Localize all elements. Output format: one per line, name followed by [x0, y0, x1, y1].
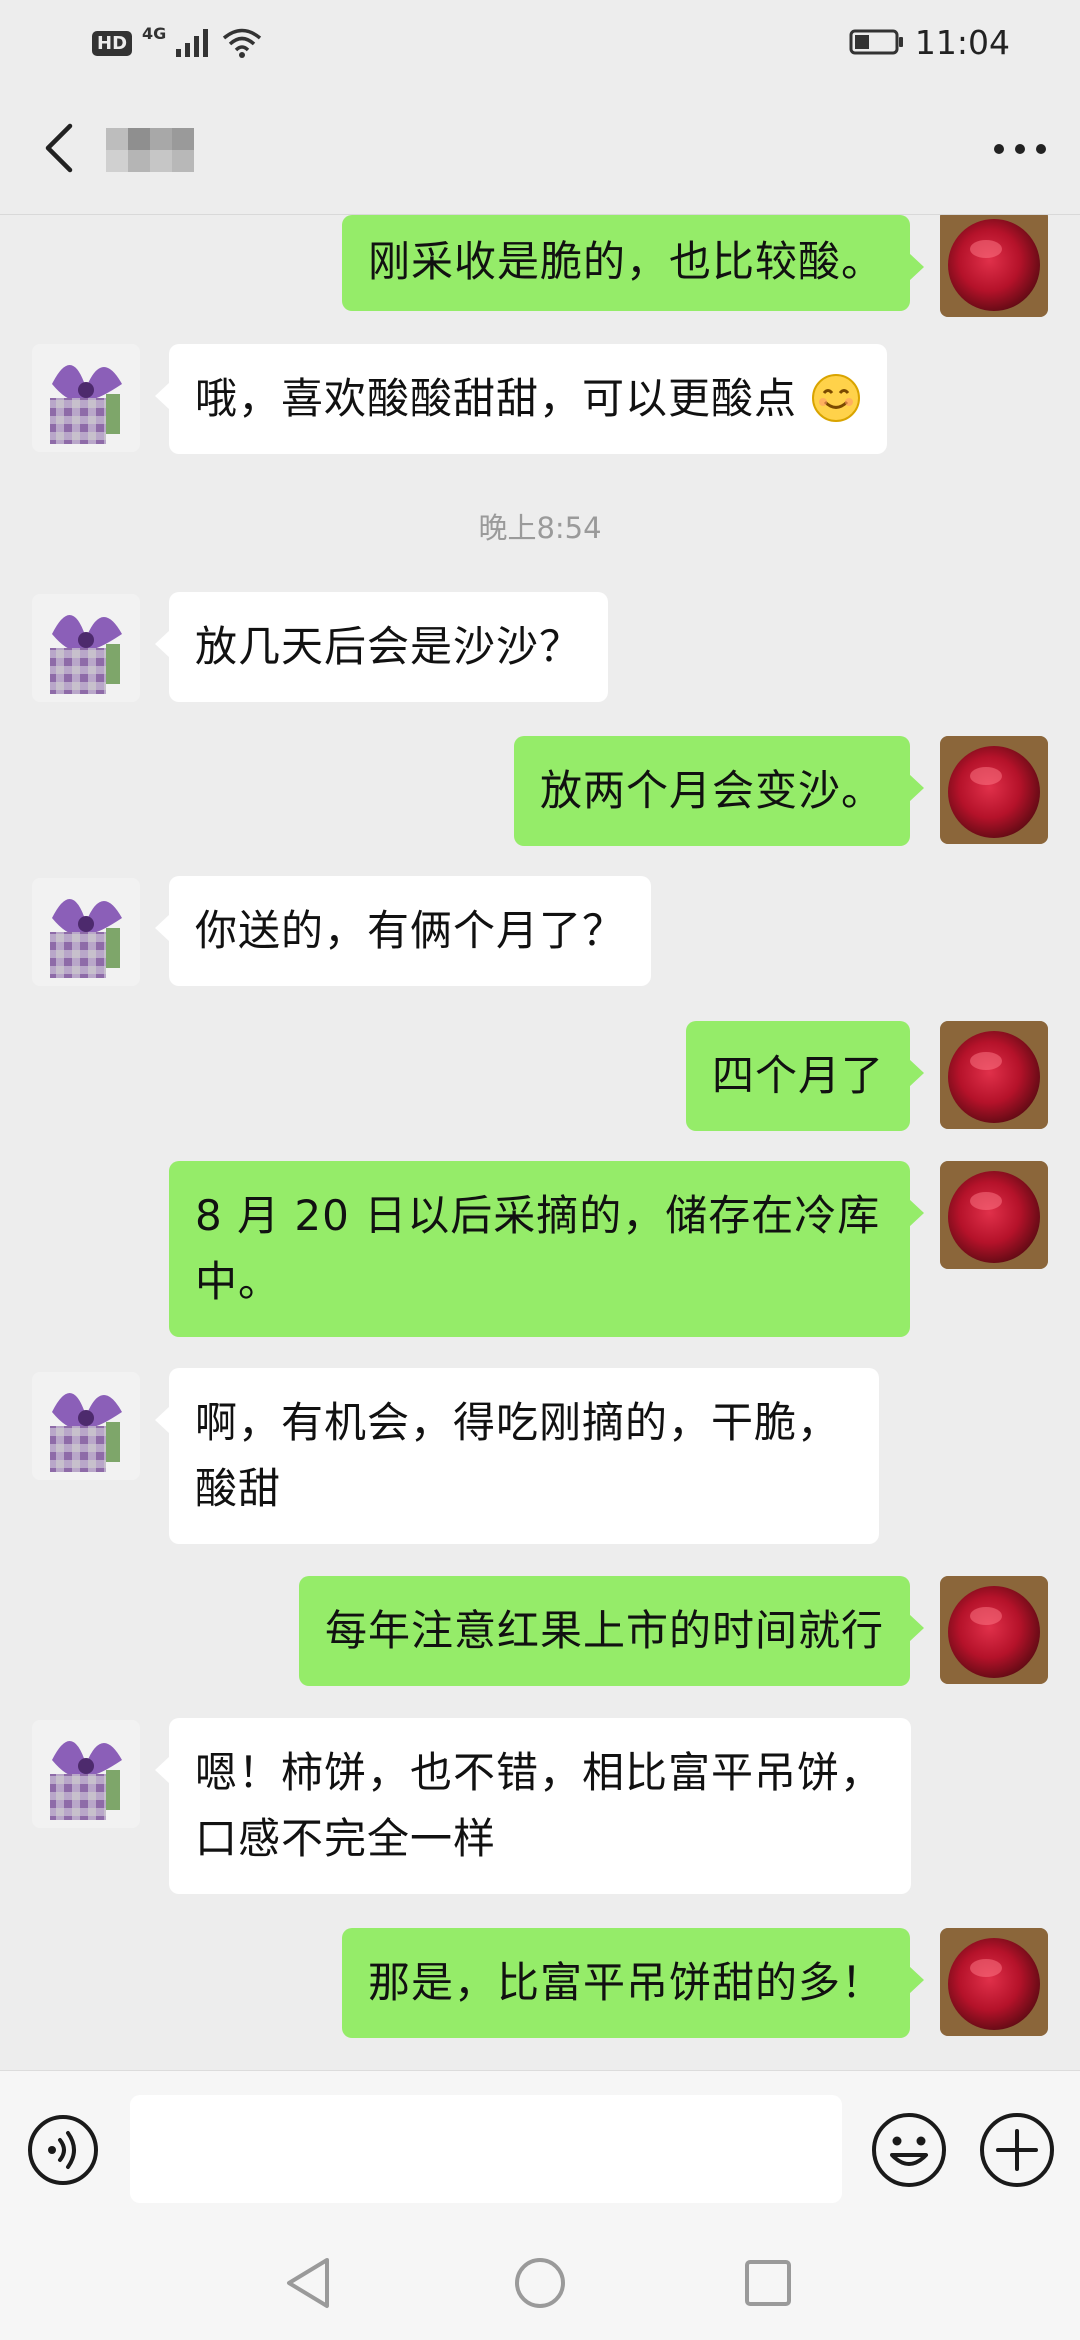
nav-back-icon	[287, 2258, 329, 2308]
my-avatar[interactable]	[940, 1161, 1048, 1269]
chevron-left-icon	[45, 123, 73, 173]
nav-recents-button[interactable]	[733, 2248, 803, 2318]
message-bubble-sent[interactable]: 四个月了	[685, 1021, 925, 1131]
message-bubble-received[interactable]: 你送的，有俩个月了？	[154, 876, 652, 986]
my-avatar[interactable]	[940, 1576, 1048, 1684]
message-bubble-sent[interactable]: 那是，比富平吊饼甜的多！	[341, 1928, 925, 2038]
friend-avatar[interactable]	[32, 594, 140, 702]
my-avatar[interactable]	[940, 1928, 1048, 2036]
wifi-icon	[223, 28, 262, 58]
message-bubble-sent[interactable]: 放两个月会变沙。	[513, 736, 925, 846]
hd-badge: HD	[92, 30, 133, 56]
message-bubble-sent[interactable]: 每年注意红果上市的时间就行	[298, 1576, 925, 1686]
nav-back-button[interactable]	[273, 2248, 343, 2318]
nav-home-button[interactable]	[505, 2248, 575, 2318]
contact-name-blurred[interactable]	[106, 122, 200, 178]
status-icons-right: 11:04	[849, 20, 1010, 64]
message-bubble-received[interactable]: 嗯！柿饼，也不错，相比富平吊饼，口感不完全一样	[155, 1718, 911, 1894]
timestamp: 晚上8:54	[478, 511, 602, 545]
message-bubble-received[interactable]: 放几天后会是沙沙？	[154, 592, 609, 702]
friend-avatar[interactable]	[32, 878, 140, 986]
my-avatar[interactable]	[940, 1021, 1048, 1129]
signal-icon	[176, 29, 209, 57]
status-icons-left: HD 4G	[92, 22, 262, 64]
battery-icon	[849, 29, 903, 55]
more-button[interactable]	[990, 124, 1050, 174]
message-bubble-received[interactable]: 哦，喜欢酸酸甜甜，可以更酸点	[154, 344, 888, 454]
navigation-bar	[0, 2226, 1080, 2340]
voice-icon[interactable]	[26, 2113, 100, 2187]
friend-avatar[interactable]	[32, 1720, 140, 1828]
input-bar	[0, 2070, 1080, 2227]
message-input[interactable]	[130, 2095, 842, 2203]
status-bar: HD 4G 11:04	[0, 0, 1080, 84]
clock: 11:04	[914, 22, 1010, 62]
message-text: 哦，喜欢酸酸甜甜，可以更酸点	[195, 374, 798, 423]
message-bubble-sent[interactable]: 8 月 20 日以后采摘的，储存在冷库中。	[169, 1161, 924, 1337]
friend-avatar[interactable]	[32, 344, 140, 452]
my-avatar[interactable]	[940, 215, 1048, 317]
plus-icon[interactable]	[978, 2111, 1056, 2189]
chat-header	[0, 84, 1080, 215]
message-list[interactable]: 刚采收是脆的，也比较酸。 哦，喜欢酸酸甜甜，可以更酸点 晚上8:54 放几天后会…	[0, 215, 1080, 2070]
my-avatar[interactable]	[940, 736, 1048, 844]
message-bubble-sent[interactable]: 刚采收是脆的，也比较酸。	[341, 215, 925, 311]
network-type: 4G	[142, 23, 167, 43]
more-dots-icon	[994, 144, 1046, 154]
nav-home-icon	[515, 2258, 565, 2308]
nav-recents-icon	[745, 2260, 791, 2306]
emoji-icon[interactable]	[870, 2111, 948, 2189]
message-bubble-received[interactable]: 啊，有机会，得吃刚摘的，干脆，酸甜	[155, 1368, 879, 1544]
back-button[interactable]	[30, 118, 90, 178]
friend-avatar[interactable]	[32, 1372, 140, 1480]
smile-emoji-icon	[812, 374, 861, 422]
